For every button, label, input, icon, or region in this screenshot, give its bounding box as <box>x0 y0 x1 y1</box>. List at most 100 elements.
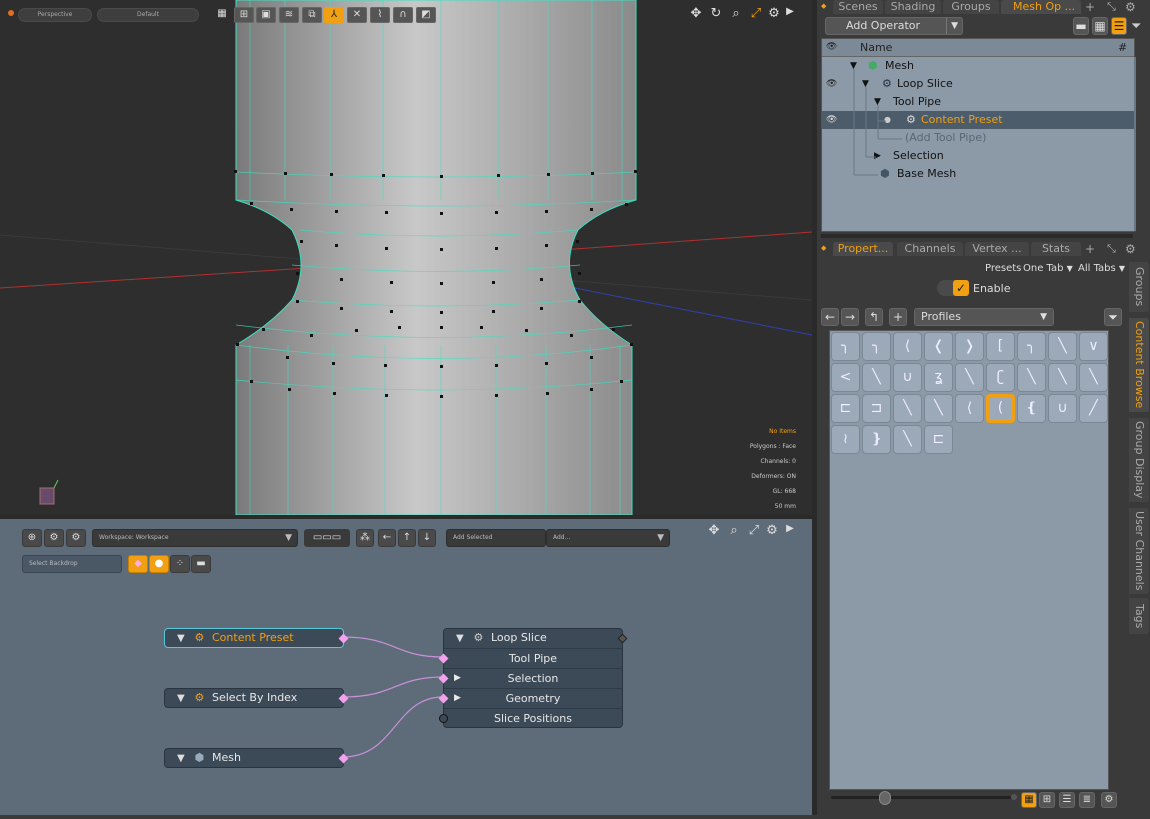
profile-tile[interactable]: ❭ <box>955 332 984 361</box>
vertical-splitter[interactable] <box>812 0 817 815</box>
input-selection[interactable]: ▶ Selection <box>444 668 622 688</box>
snap-icon[interactable]: ∩ <box>393 7 413 23</box>
3d-viewport[interactable]: Perspective Default ▦ ⊞ ▣ ≋ ⧉ ⅄ ✕ ⌇ ∩ ◩ … <box>0 0 812 515</box>
tab-channels[interactable]: Channels <box>897 242 963 256</box>
add-tab-icon[interactable]: + <box>1085 0 1095 14</box>
zoom-slider-track[interactable] <box>831 796 1011 799</box>
back-arrow-icon[interactable]: ← <box>821 308 839 326</box>
collapse-icon[interactable]: ▼ <box>177 630 191 648</box>
profile-tile[interactable]: ⊏ <box>831 394 860 423</box>
profile-tile[interactable]: ⊏ <box>924 425 953 454</box>
list-icon[interactable]: ☰ <box>1059 792 1075 808</box>
filter-icon[interactable]: ⏷ <box>1131 19 1141 34</box>
panel-grip-icon[interactable]: ◆ <box>821 2 826 10</box>
checker-icon[interactable]: ▦ <box>212 7 232 23</box>
tab-vertex[interactable]: Vertex ... <box>965 242 1029 256</box>
panel-grip-icon[interactable]: ◆ <box>821 244 826 252</box>
box-icon[interactable]: ▣ <box>256 7 276 23</box>
list-view-icon[interactable]: ▬ <box>1073 17 1089 35</box>
large-grid-icon[interactable]: ▦ <box>1021 792 1037 808</box>
viewport-settings-icon[interactable]: ⚙ <box>766 6 782 24</box>
node-select-by-index[interactable]: ▼ ⚙ Select By Index <box>164 688 349 708</box>
profile-tile[interactable]: ʗ <box>986 363 1015 392</box>
maximize-view-icon[interactable]: ⤢ <box>748 6 764 24</box>
profile-tile[interactable]: ╲ <box>893 394 922 423</box>
collapse-icon[interactable]: ▼ <box>177 750 191 768</box>
profile-tile[interactable]: ∪ <box>1048 394 1077 423</box>
symmetry-icon[interactable]: ✕ <box>347 7 367 23</box>
tab-properties[interactable]: Propert... <box>833 242 893 256</box>
side-tab-groups[interactable]: Groups <box>1129 262 1149 312</box>
profile-tile[interactable]: ∨ <box>1079 332 1108 361</box>
one-tab-dropdown[interactable]: One Tab ▼ <box>1023 263 1073 274</box>
settings-icon[interactable]: ⚙ <box>1125 0 1136 14</box>
input-port[interactable] <box>439 714 448 723</box>
profile-tile[interactable]: [ <box>986 332 1015 361</box>
settings-icon[interactable]: ⚙ <box>1125 242 1136 256</box>
node-mesh[interactable]: ▼ ⬢ Mesh <box>164 748 349 768</box>
profile-tile[interactable]: ╲ <box>862 363 891 392</box>
tab-shading[interactable]: Shading <box>885 0 941 14</box>
frame-icon[interactable]: ⧉ <box>302 7 322 23</box>
profile-tile[interactable]: ≀ <box>831 425 860 454</box>
viewport-menu-icon[interactable]: ▶ <box>782 6 798 24</box>
profile-tile[interactable]: ⟨ <box>955 394 984 423</box>
profile-tile[interactable]: ⊐ <box>862 394 891 423</box>
add-folder-icon[interactable]: + <box>889 308 907 326</box>
filter-icon[interactable]: ⏷ <box>1104 308 1122 326</box>
tree-view-icon[interactable]: ☰ <box>1111 17 1127 35</box>
tab-mesh-ops[interactable]: Mesh Op ... <box>1001 0 1081 14</box>
profile-tile[interactable]: ╲ <box>1048 332 1077 361</box>
expand-icon[interactable]: ⤡ <box>1107 242 1116 256</box>
grid-view-icon[interactable]: ⊞ <box>234 7 254 23</box>
add-operator-dropdown[interactable]: Add Operator ▼ <box>825 17 963 35</box>
profile-tile[interactable]: ╲ <box>955 363 984 392</box>
side-tab-content-browser[interactable]: Content Browse <box>1129 318 1149 412</box>
action-center-icon[interactable]: ⅄ <box>324 7 344 23</box>
profile-tile[interactable]: ❴ <box>1017 394 1046 423</box>
profile-tile[interactable]: ∪ <box>893 363 922 392</box>
input-slice-positions[interactable]: Slice Positions <box>444 708 622 728</box>
side-tab-group-display[interactable]: Group Display <box>1129 418 1149 502</box>
node-content-preset[interactable]: ▼ ⚙ Content Preset <box>164 628 349 648</box>
profile-tile[interactable]: ╮ <box>831 332 860 361</box>
tab-stats[interactable]: Stats <box>1031 242 1081 256</box>
rotate-view-icon[interactable]: ↻ <box>708 6 724 24</box>
tab-groups[interactable]: Groups <box>943 0 999 14</box>
profile-tile[interactable]: ❵ <box>862 425 891 454</box>
collapse-icon[interactable]: ▼ <box>456 630 470 648</box>
profile-tile[interactable]: ╮ <box>862 332 891 361</box>
schematic-view[interactable]: ⊕ ⚙ ⚙ Workspace: Workspace ▼ ▭▭▭ ⁂ ← ↑ ↓ … <box>0 515 812 815</box>
expand-icon[interactable]: ▶ <box>454 669 461 688</box>
profile-tile[interactable]: ╲ <box>1079 363 1108 392</box>
wave-icon[interactable]: ≋ <box>279 7 299 23</box>
add-tab-icon[interactable]: + <box>1085 242 1095 256</box>
all-tabs-dropdown[interactable]: All Tabs ▼ <box>1078 263 1125 274</box>
workplane-icon[interactable]: ◩ <box>416 7 436 23</box>
zoom-slider-handle[interactable] <box>879 791 891 805</box>
enable-toggle[interactable]: ✓ <box>937 280 969 296</box>
profile-tile[interactable]: ⟨ <box>893 332 922 361</box>
side-tab-tags[interactable]: Tags <box>1129 598 1149 634</box>
up-level-icon[interactable]: ↰ <box>865 308 883 326</box>
profile-tile-selected[interactable]: ( <box>986 394 1015 423</box>
horizontal-splitter[interactable] <box>821 234 1133 238</box>
shading-dropdown[interactable]: Default <box>97 8 199 22</box>
profiles-dropdown[interactable]: Profiles ▼ <box>914 308 1054 326</box>
zoom-view-icon[interactable]: ⌕ <box>728 6 744 24</box>
detail-list-icon[interactable]: ≣ <box>1079 792 1095 808</box>
view-mode-dropdown[interactable]: Perspective <box>18 8 92 22</box>
browser-settings-icon[interactable]: ⚙ <box>1101 792 1117 808</box>
profile-tile[interactable]: ╲ <box>1017 363 1046 392</box>
small-grid-icon[interactable]: ⊞ <box>1039 792 1055 808</box>
expand-icon[interactable]: ⤡ <box>1107 0 1116 14</box>
schematic-icon[interactable]: ▦ <box>1092 17 1108 35</box>
input-geometry[interactable]: ▶ Geometry <box>444 688 622 708</box>
move-view-icon[interactable]: ✥ <box>688 6 704 24</box>
node-loop-slice[interactable]: ▼ ⚙ Loop Slice Tool Pipe ▶ Selection ▶ Geo… <box>438 628 628 728</box>
collapse-icon[interactable]: ▼ <box>177 690 191 708</box>
profile-tile[interactable]: < <box>831 363 860 392</box>
profile-tile[interactable]: ╲ <box>1048 363 1077 392</box>
forward-arrow-icon[interactable]: → <box>841 308 859 326</box>
profile-tile[interactable]: ʓ <box>924 363 953 392</box>
